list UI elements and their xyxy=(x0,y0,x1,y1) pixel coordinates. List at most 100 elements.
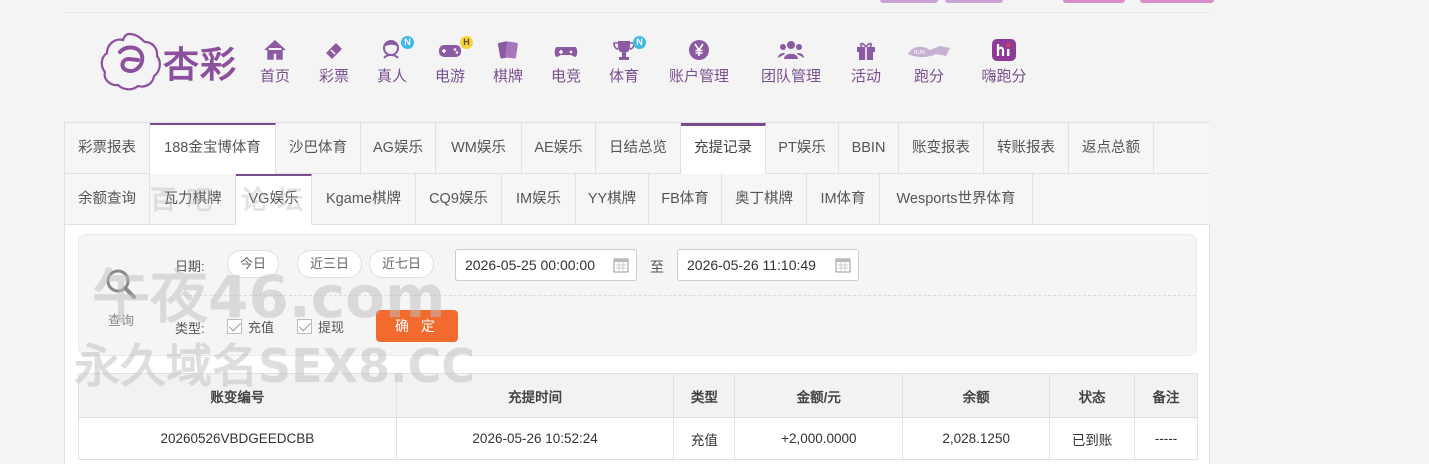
nav-label: 电游 xyxy=(434,68,465,85)
top-chip[interactable] xyxy=(945,0,1003,3)
top-chip[interactable] xyxy=(1140,0,1214,3)
search-button[interactable]: 查询 xyxy=(101,267,141,328)
divider xyxy=(179,295,1196,296)
record-note: ----- xyxy=(1134,417,1198,460)
nav-item-lottery[interactable]: 彩票 xyxy=(316,38,352,88)
calendar-icon[interactable] xyxy=(613,257,629,273)
end-date-value: 2026-05-26 11:10:49 xyxy=(687,257,816,273)
nav-item-sports[interactable]: N 体育 xyxy=(606,36,646,88)
records-table: 账变编号 充提时间 类型 金额/元 余额 状态 备注 20260526VBDGE… xyxy=(78,373,1198,460)
tab[interactable]: PT娱乐 xyxy=(766,123,839,174)
tab[interactable]: 奥丁棋牌 xyxy=(722,174,807,225)
tab[interactable]: 彩票报表 xyxy=(65,123,150,174)
withdraw-checkbox[interactable]: 提现 xyxy=(297,317,344,336)
nav-item-egame[interactable]: H 电游 xyxy=(432,36,473,88)
nav-label: 体育 xyxy=(608,68,639,85)
tab[interactable]: 转账报表 xyxy=(984,123,1069,174)
column-header: 类型 xyxy=(673,373,736,418)
start-date-value: 2026-05-25 00:00:00 xyxy=(465,257,595,273)
top-chip[interactable] xyxy=(1063,0,1125,3)
nav-item-account[interactable]: 账户管理 xyxy=(664,38,734,88)
column-header: 备注 xyxy=(1134,373,1198,418)
nav-item-esports[interactable]: 电竞 xyxy=(548,38,584,88)
tab[interactable]: 沙巴体育 xyxy=(276,123,361,174)
nav-label: 团队管理 xyxy=(760,68,821,85)
hot-badge: H xyxy=(460,36,473,49)
nav-item-chess[interactable]: 棋牌 xyxy=(490,38,526,88)
tab[interactable]: 瓦力棋牌 xyxy=(150,174,236,225)
nav-label: 彩票 xyxy=(318,68,349,85)
record-balance: 2,028.1250 xyxy=(902,417,1051,460)
tab[interactable]: Wesports世界体育 xyxy=(880,174,1033,225)
record-type: 充值 xyxy=(673,417,736,460)
search-icon xyxy=(106,269,136,299)
ticket-icon xyxy=(326,43,342,59)
nav-label: 活动 xyxy=(850,68,881,85)
record-id: 20260526VBDGEEDCBB xyxy=(78,417,397,460)
nav-item-run[interactable]: RUN 跑分 xyxy=(904,38,954,88)
column-header: 账变编号 xyxy=(78,373,397,418)
checkbox-label: 提现 xyxy=(318,320,345,335)
column-header: 余额 xyxy=(902,373,1051,418)
calendar-icon[interactable] xyxy=(835,257,851,273)
type-label: 类型: xyxy=(175,321,205,336)
cards-icon xyxy=(498,41,518,59)
nav-item-hi-run[interactable]: 嗨跑分 xyxy=(978,38,1030,88)
tab[interactable]: IM娱乐 xyxy=(502,174,576,225)
tab[interactable]: 余额查询 xyxy=(65,174,150,225)
tab[interactable]: WM娱乐 xyxy=(436,123,522,174)
nav-label: 账户管理 xyxy=(668,68,729,85)
search-label: 查询 xyxy=(107,313,134,328)
table-header-row: 账变编号 充提时间 类型 金额/元 余额 状态 备注 xyxy=(78,373,1198,418)
nav-label: 电竞 xyxy=(550,68,581,85)
tab[interactable]: FB体育 xyxy=(649,174,722,225)
home-icon xyxy=(264,39,286,60)
start-date-input[interactable]: 2026-05-25 00:00:00 xyxy=(455,249,637,281)
new-badge: N xyxy=(633,36,646,49)
brand-logo-icon[interactable] xyxy=(98,30,168,92)
table-row: 20260526VBDGEEDCBB 2026-05-26 10:52:24 充… xyxy=(78,417,1198,460)
tab[interactable]: Kgame棋牌 xyxy=(312,174,416,225)
header-divider xyxy=(64,12,1209,13)
hi-icon xyxy=(992,39,1016,61)
nav-label: 首页 xyxy=(259,68,290,85)
tab[interactable]: 返点总额 xyxy=(1069,123,1154,174)
tab[interactable]: BBIN xyxy=(839,123,899,174)
quick-today-button[interactable]: 今日 xyxy=(227,250,280,278)
checkbox-icon xyxy=(227,319,242,334)
tab[interactable]: IM体育 xyxy=(807,174,880,225)
quick-7days-button[interactable]: 近七日 xyxy=(369,250,435,278)
nav-label: 嗨跑分 xyxy=(981,68,1027,85)
team-icon xyxy=(778,41,804,59)
nav-item-live[interactable]: N 真人 xyxy=(374,36,414,88)
confirm-button[interactable]: 确 定 xyxy=(376,310,458,342)
nav-label: 跑分 xyxy=(913,68,944,85)
tab[interactable]: 账变报表 xyxy=(899,123,984,174)
checkbox-icon xyxy=(297,319,312,334)
column-header: 金额/元 xyxy=(734,373,904,418)
top-chip[interactable] xyxy=(880,0,938,3)
quick-3days-button[interactable]: 近三日 xyxy=(297,250,363,278)
nav-item-home[interactable]: 首页 xyxy=(258,38,292,88)
gift-icon xyxy=(857,42,875,60)
tab[interactable]: CQ9娱乐 xyxy=(416,174,502,225)
record-amount: +2,000.0000 xyxy=(734,417,904,460)
tab-active[interactable]: 充提记录 xyxy=(681,123,766,174)
brand-name[interactable]: 杏彩 xyxy=(163,36,237,88)
tab[interactable]: YY棋牌 xyxy=(576,174,649,225)
column-header: 状态 xyxy=(1049,373,1136,418)
tab[interactable]: 188金宝博体育 xyxy=(150,123,276,174)
nav-item-promo[interactable]: 活动 xyxy=(848,38,884,88)
tab[interactable]: AE娱乐 xyxy=(522,123,596,174)
yen-icon xyxy=(689,40,709,60)
tab[interactable]: VG娱乐 xyxy=(236,174,312,225)
column-header: 充提时间 xyxy=(395,373,675,418)
deposit-checkbox[interactable]: 充值 xyxy=(227,317,274,336)
end-date-input[interactable]: 2026-05-26 11:10:49 xyxy=(677,249,859,281)
date-label: 日期: xyxy=(175,259,205,274)
tab-row-1: 彩票报表 188金宝博体育 沙巴体育 AG娱乐 WM娱乐 AE娱乐 日结总览 充… xyxy=(65,123,1210,174)
tab[interactable]: AG娱乐 xyxy=(361,123,436,174)
nav-item-team[interactable]: 团队管理 xyxy=(756,38,826,88)
new-badge: N xyxy=(401,36,414,49)
tab[interactable]: 日结总览 xyxy=(596,123,681,174)
